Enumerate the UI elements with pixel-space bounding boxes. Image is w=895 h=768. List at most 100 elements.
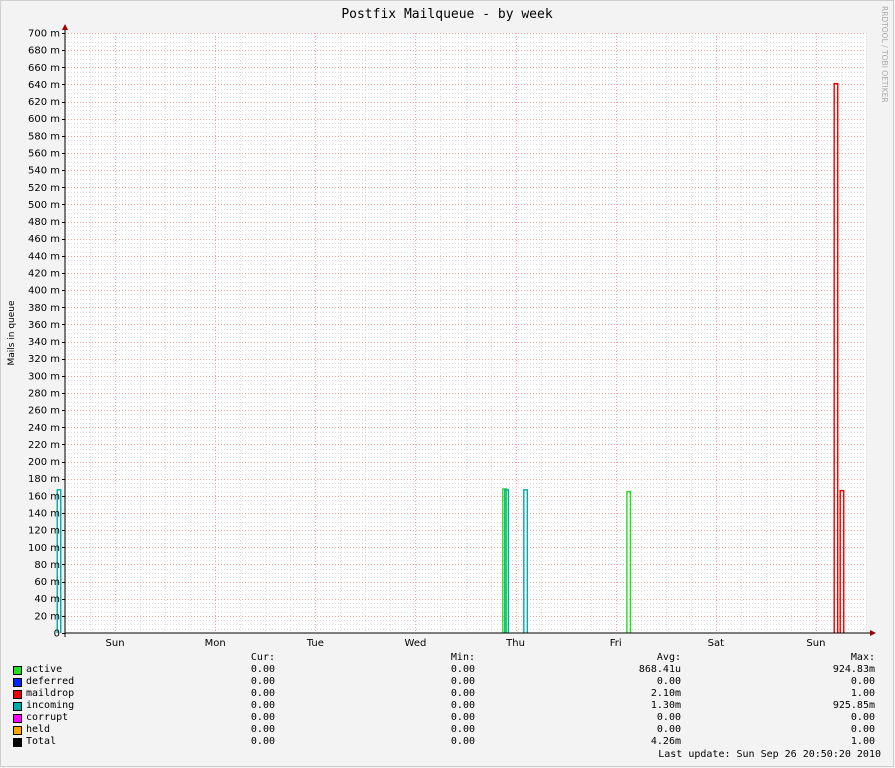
y-tick-label: 260 m <box>28 406 60 417</box>
legend-label: maildrop <box>26 688 75 699</box>
legend-swatch <box>13 714 22 723</box>
x-tick-label: Fri <box>610 638 622 649</box>
y-tick-label: 200 m <box>28 457 60 468</box>
y-tick-label: 360 m <box>28 320 60 331</box>
legend-min: 0.00 <box>450 724 475 735</box>
x-tick-label: Sun <box>806 638 825 649</box>
y-tick-label: 500 m <box>28 200 60 211</box>
y-tick-label: 460 m <box>28 234 60 245</box>
legend-min: 0.00 <box>450 712 475 723</box>
x-tick-label: Wed <box>405 638 427 649</box>
x-tick-label: Thu <box>505 638 525 649</box>
legend-max: 1.00 <box>850 688 875 699</box>
y-tick-label: 540 m <box>28 166 60 177</box>
legend-avg: 1.30m <box>650 700 681 711</box>
y-tick-label: 560 m <box>28 149 60 160</box>
legend-swatch <box>13 738 22 747</box>
y-tick-label: 240 m <box>28 423 60 434</box>
legend-avg: 0.00 <box>656 712 681 723</box>
legend-swatch <box>13 678 22 687</box>
legend-cur: 0.00 <box>250 736 275 747</box>
y-tick-label: 680 m <box>28 46 60 57</box>
legend-cur: 0.00 <box>250 676 275 687</box>
legend-cur: 0.00 <box>250 724 275 735</box>
legend-label: Total <box>26 736 57 747</box>
legend-row: corrupt 0.00 0.00 0.00 0.00 <box>0 712 895 724</box>
y-tick-label: 320 m <box>28 354 60 365</box>
legend-header-cur: Cur: <box>250 652 275 663</box>
y-tick-label: 620 m <box>28 97 60 108</box>
legend-max: 0.00 <box>850 712 875 723</box>
legend-cur: 0.00 <box>250 700 275 711</box>
legend-swatch <box>13 666 22 675</box>
watermark: RRDTOOL / TOBI OETIKER <box>880 6 889 103</box>
legend-label: deferred <box>26 676 75 687</box>
x-tick-label: Mon <box>205 638 226 649</box>
y-tick-label: 0 <box>54 629 60 640</box>
y-tick-label: 440 m <box>28 251 60 262</box>
y-tick-label: 420 m <box>28 269 60 280</box>
legend-min: 0.00 <box>450 676 475 687</box>
y-tick-label: 640 m <box>28 80 60 91</box>
legend-label: active <box>26 664 63 675</box>
y-tick-label: 160 m <box>28 491 60 502</box>
y-tick-label: 100 m <box>28 543 60 554</box>
legend-cur: 0.00 <box>250 664 275 675</box>
y-tick-label: 400 m <box>28 286 60 297</box>
legend-header-max: Max: <box>850 652 875 663</box>
legend-max: 1.00 <box>850 736 875 747</box>
y-axis-label: Mails in queue <box>7 300 17 366</box>
last-update: Last update: Sun Sep 26 20:50:20 2010 <box>658 749 881 760</box>
legend-max: 0.00 <box>850 676 875 687</box>
rrd-graph: 0 20 m 40 m 60 m 80 m 100 m 120 m 140 m 160 m 180… <box>0 0 895 768</box>
legend-avg: 4.26m <box>650 736 681 747</box>
y-tick-label: 60 m <box>34 577 60 588</box>
legend-max: 924.83m <box>832 664 875 675</box>
y-tick-label: 220 m <box>28 440 60 451</box>
legend-label: corrupt <box>26 712 69 723</box>
legend-avg: 0.00 <box>656 676 681 687</box>
legend-max: 925.85m <box>832 700 875 711</box>
x-tick-label: Sat <box>708 638 724 649</box>
legend-swatch <box>13 690 22 699</box>
legend-cur: 0.00 <box>250 688 275 699</box>
legend-header-avg: Avg: <box>656 652 681 663</box>
y-tick-label: 700 m <box>28 29 60 40</box>
y-tick-label: 80 m <box>34 560 60 571</box>
y-tick-label: 300 m <box>28 371 60 382</box>
x-tick-label: Sun <box>106 638 125 649</box>
y-tick-label: 600 m <box>28 114 60 125</box>
y-tick-label: 380 m <box>28 303 60 314</box>
y-tick-label: 580 m <box>28 131 60 142</box>
y-tick-label: 480 m <box>28 217 60 228</box>
legend-avg: 0.00 <box>656 724 681 735</box>
y-tick-label: 20 m <box>34 611 60 622</box>
y-tick-label: 40 m <box>34 594 60 605</box>
y-tick-label: 280 m <box>28 389 60 400</box>
x-tick-label: Tue <box>306 638 324 649</box>
legend-min: 0.00 <box>450 736 475 747</box>
legend-cur: 0.00 <box>250 712 275 723</box>
y-tick-label: 140 m <box>28 509 60 520</box>
legend-label: incoming <box>26 700 75 711</box>
legend-max: 0.00 <box>850 724 875 735</box>
legend-row: maildrop 0.00 0.00 2.10m 1.00 <box>0 688 895 700</box>
legend-row: active 0.00 0.00 868.41u 924.83m <box>0 664 895 676</box>
legend-row: Total 0.00 0.00 4.26m 1.00 <box>0 736 895 748</box>
legend-min: 0.00 <box>450 700 475 711</box>
legend-avg: 868.41u <box>638 664 681 675</box>
y-tick-label: 660 m <box>28 63 60 74</box>
legend-row: held 0.00 0.00 0.00 0.00 <box>0 724 895 736</box>
y-tick-label: 120 m <box>28 526 60 537</box>
legend-swatch <box>13 726 22 735</box>
legend-header-min: Min: <box>450 652 475 663</box>
chart-title: Postfix Mailqueue - by week <box>341 7 552 22</box>
legend-avg: 2.10m <box>650 688 681 699</box>
y-tick-label: 520 m <box>28 183 60 194</box>
legend-min: 0.00 <box>450 688 475 699</box>
legend-label: held <box>26 724 51 735</box>
legend-min: 0.00 <box>450 664 475 675</box>
y-tick-label: 180 m <box>28 474 60 485</box>
legend-swatch <box>13 702 22 711</box>
legend-row: deferred 0.00 0.00 0.00 0.00 <box>0 676 895 688</box>
